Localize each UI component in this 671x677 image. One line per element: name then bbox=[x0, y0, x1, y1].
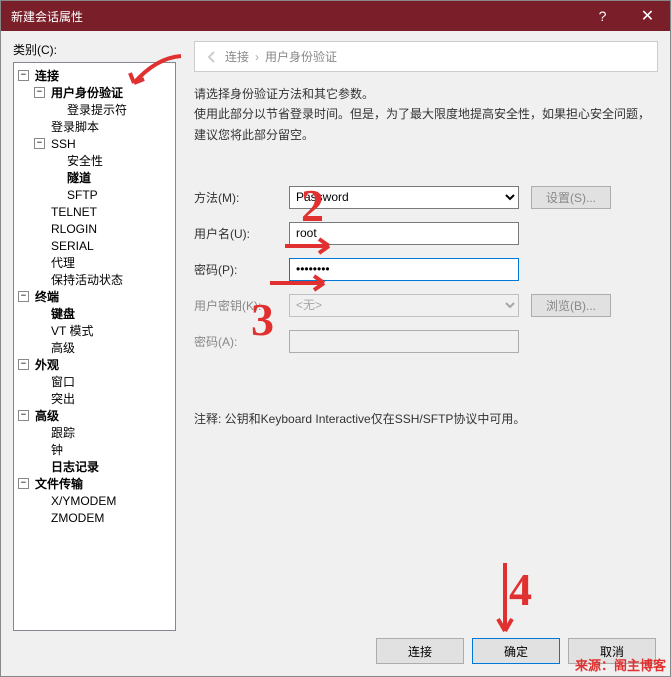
breadcrumb-root: 连接 bbox=[225, 48, 249, 65]
tree-item-window[interactable]: 窗口 bbox=[34, 373, 173, 390]
chevron-right-icon: › bbox=[255, 50, 259, 64]
tree-item-trace[interactable]: 跟踪 bbox=[34, 424, 173, 441]
tree-item-auth[interactable]: −用户身份验证 bbox=[34, 84, 173, 101]
connect-button[interactable]: 连接 bbox=[376, 638, 464, 664]
ok-button[interactable]: 确定 bbox=[472, 638, 560, 664]
note-text: 注释: 公钥和Keyboard Interactive仅在SSH/SFTP协议中… bbox=[194, 410, 658, 427]
category-tree[interactable]: −连接 −用户身份验证 登录提示符 登录脚本 − bbox=[13, 62, 176, 631]
breadcrumb: 连接 › 用户身份验证 bbox=[194, 41, 658, 72]
collapse-icon[interactable]: − bbox=[18, 478, 29, 489]
breadcrumb-current: 用户身份验证 bbox=[265, 48, 337, 65]
category-label: 类别(C): bbox=[13, 41, 176, 58]
watermark: 来源：阁主博客 bbox=[575, 655, 666, 674]
tree-item-terminal[interactable]: −终端 bbox=[18, 288, 173, 305]
description: 请选择身份验证方法和其它参数。 使用此部分以节省登录时间。但是，为了最大限度地提… bbox=[194, 84, 658, 145]
tree-item-keepalive[interactable]: 保持活动状态 bbox=[34, 271, 173, 288]
tree-item-sftp[interactable]: SFTP bbox=[50, 186, 173, 203]
close-button[interactable]: ✕ bbox=[625, 1, 670, 31]
tree-item-bell[interactable]: 钟 bbox=[34, 441, 173, 458]
tree-item-advanced[interactable]: 高级 bbox=[34, 339, 173, 356]
browse-button[interactable]: 浏览(B)... bbox=[531, 294, 611, 317]
titlebar-title: 新建会话属性 bbox=[11, 8, 580, 25]
password-label: 密码(P): bbox=[194, 261, 289, 278]
tree-item-rlogin[interactable]: RLOGIN bbox=[34, 220, 173, 237]
tree-item-telnet[interactable]: TELNET bbox=[34, 203, 173, 220]
password2-input bbox=[289, 330, 519, 353]
password-input[interactable] bbox=[289, 258, 519, 281]
tree-item-xymodem[interactable]: X/YMODEM bbox=[34, 492, 173, 509]
method-label: 方法(M): bbox=[194, 189, 289, 206]
tree-item-login-prompt[interactable]: 登录提示符 bbox=[50, 101, 173, 118]
help-button[interactable]: ? bbox=[580, 1, 625, 31]
tree-item-logging[interactable]: 日志记录 bbox=[34, 458, 173, 475]
method-select[interactable]: Password bbox=[289, 186, 519, 209]
collapse-icon[interactable]: − bbox=[18, 410, 29, 421]
tree-item-zmodem[interactable]: ZMODEM bbox=[34, 509, 173, 526]
userkey-select: <无> bbox=[289, 294, 519, 317]
collapse-icon[interactable]: − bbox=[34, 138, 45, 149]
tree-item-security[interactable]: 安全性 bbox=[50, 152, 173, 169]
tree-item-proxy[interactable]: 代理 bbox=[34, 254, 173, 271]
collapse-icon[interactable]: − bbox=[18, 359, 29, 370]
tree-item-vtmode[interactable]: VT 模式 bbox=[34, 322, 173, 339]
tree-item-highlight[interactable]: 突出 bbox=[34, 390, 173, 407]
collapse-icon[interactable]: − bbox=[34, 87, 45, 98]
titlebar: 新建会话属性 ? ✕ bbox=[1, 1, 670, 31]
collapse-icon[interactable]: − bbox=[18, 70, 29, 81]
tree-item-advanced2[interactable]: −高级 bbox=[18, 407, 173, 424]
tree-item-login-script[interactable]: 登录脚本 bbox=[34, 118, 173, 135]
username-input[interactable] bbox=[289, 222, 519, 245]
username-label: 用户名(U): bbox=[194, 225, 289, 242]
back-arrow-icon bbox=[205, 50, 219, 64]
tree-item-serial[interactable]: SERIAL bbox=[34, 237, 173, 254]
tree-item-appearance[interactable]: −外观 bbox=[18, 356, 173, 373]
settings-button[interactable]: 设置(S)... bbox=[531, 186, 611, 209]
tree-item-keyboard[interactable]: 键盘 bbox=[34, 305, 173, 322]
tree-item-ssh[interactable]: −SSH bbox=[34, 135, 173, 152]
tree-item-tunnel[interactable]: 隧道 bbox=[50, 169, 173, 186]
collapse-icon[interactable]: − bbox=[18, 291, 29, 302]
tree-item-filetransfer[interactable]: −文件传输 bbox=[18, 475, 173, 492]
tree-item-connection[interactable]: −连接 bbox=[18, 67, 173, 84]
userkey-label: 用户密钥(K): bbox=[194, 297, 289, 314]
password2-label: 密码(A): bbox=[194, 333, 289, 350]
